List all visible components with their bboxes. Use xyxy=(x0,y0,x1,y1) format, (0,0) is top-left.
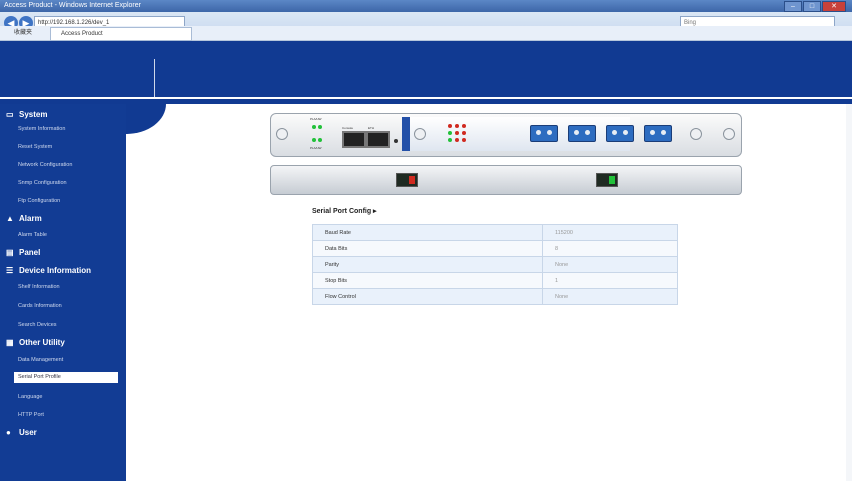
sidebar-item-data-management[interactable]: Data Management xyxy=(18,357,63,363)
fiber-port-icon xyxy=(606,125,634,142)
monitor-icon: ▭ xyxy=(6,110,14,119)
fiber-port-icon xyxy=(644,125,672,142)
sidebar-item-alarm-table[interactable]: Alarm Table xyxy=(18,232,47,238)
sidebar-section-device-information[interactable]: ☰ Device Information xyxy=(6,266,91,275)
serial-config-table: Baud Rate 115200 Data Bits 8 Parity None… xyxy=(312,224,678,305)
page-title: Serial Port Config ▸ xyxy=(312,208,377,215)
table-row: Data Bits 8 xyxy=(312,240,678,257)
baud-rate-value[interactable]: 115200 xyxy=(542,224,678,241)
alarm-led-icon xyxy=(455,138,459,142)
sidebar-item-system-information[interactable]: System Information xyxy=(18,126,65,132)
window-controls: – □ ✕ xyxy=(784,1,846,12)
sidebar-section-label: Device Information xyxy=(19,266,92,275)
rack-screw-icon xyxy=(723,128,735,140)
sidebar-section-other-utility[interactable]: ▦ Other Utility xyxy=(6,338,65,347)
row-label: Parity xyxy=(312,256,543,273)
sidebar-item-cards-information[interactable]: Cards Information xyxy=(18,303,62,309)
panel-label: ETH xyxy=(368,126,374,130)
table-row: Flow Control None xyxy=(312,288,678,305)
sidebar-item-reset-system[interactable]: Reset System xyxy=(18,144,52,150)
alarm-led-icon xyxy=(462,138,466,142)
sidebar-item-snmp-configuration[interactable]: Snmp Configuration xyxy=(18,180,67,186)
row-label: Stop Bits xyxy=(312,272,543,289)
sidebar-item-serial-port-profile[interactable]: Serial Port Profile xyxy=(14,372,118,383)
favorites-bar: 收藏夹 Access Product xyxy=(0,26,852,41)
panel-label: Console xyxy=(342,126,354,130)
minimize-button[interactable]: – xyxy=(784,1,802,12)
panel-icon: ▤ xyxy=(6,248,14,257)
sidebar-section-system[interactable]: ▭ System xyxy=(6,110,47,119)
row-label: Flow Control xyxy=(312,288,543,305)
sidebar-section-label: Panel xyxy=(19,248,41,257)
status-led-icon xyxy=(448,138,452,142)
panel-label: PLA/HW xyxy=(310,146,322,150)
table-row: Parity None xyxy=(312,256,678,273)
status-led-icon xyxy=(318,125,322,129)
flow-control-value[interactable]: None xyxy=(542,288,678,305)
device-icon: ☰ xyxy=(6,266,14,275)
status-led-icon xyxy=(312,138,316,142)
sidebar-section-user[interactable]: ● User xyxy=(6,428,37,437)
rack-screw-icon xyxy=(276,128,288,140)
sidebar-section-alarm[interactable]: ▲ Alarm xyxy=(6,214,42,223)
data-bits-value[interactable]: 8 xyxy=(542,240,678,257)
console-port-icon xyxy=(342,131,366,148)
utility-icon: ▦ xyxy=(6,338,14,347)
sidebar-item-ftp-configuration[interactable]: Ftp Configuration xyxy=(18,198,60,204)
card-screw-icon xyxy=(690,128,702,140)
sidebar-section-label: System xyxy=(19,110,48,119)
sidebar-item-http-port[interactable]: HTTP Port xyxy=(18,412,44,418)
user-icon: ● xyxy=(6,428,11,437)
sidebar-section-label: Alarm xyxy=(19,214,42,223)
table-row: Baud Rate 115200 xyxy=(312,224,678,241)
row-label: Data Bits xyxy=(312,240,543,257)
stop-bits-value[interactable]: 1 xyxy=(542,272,678,289)
row-label: Baud Rate xyxy=(312,224,543,241)
sidebar-item-shelf-information[interactable]: Shelf Information xyxy=(18,284,60,290)
app-header xyxy=(0,41,852,97)
sidebar-item-language[interactable]: Language xyxy=(18,394,42,400)
ethernet-port-icon xyxy=(366,131,390,148)
sidebar-section-label: Other Utility xyxy=(19,338,65,347)
status-led-icon xyxy=(448,131,452,135)
fiber-port-icon xyxy=(568,125,596,142)
sidebar-item-network-configuration[interactable]: Network Configuration xyxy=(18,162,72,168)
device-power-panel[interactable] xyxy=(270,165,742,195)
reset-button-icon xyxy=(394,139,398,143)
close-window-button[interactable]: ✕ xyxy=(822,1,846,12)
sidebar-section-panel[interactable]: ▤ Panel xyxy=(6,248,40,257)
window-title: Access Product - Windows Internet Explor… xyxy=(4,2,141,9)
header-divider xyxy=(154,59,155,97)
browser-tab[interactable]: Access Product xyxy=(50,27,192,41)
warning-icon: ▲ xyxy=(6,214,14,223)
sidebar: ▭ System System Information Reset System… xyxy=(0,104,126,481)
panel-label: PLA/HW xyxy=(310,117,322,121)
favorites-button[interactable]: 收藏夹 xyxy=(14,26,32,40)
sidebar-section-label: User xyxy=(19,428,37,437)
alarm-led-icon xyxy=(455,131,459,135)
status-led-icon xyxy=(312,125,316,129)
alarm-led-icon xyxy=(455,124,459,128)
alarm-led-icon xyxy=(448,124,452,128)
alarm-led-icon xyxy=(462,124,466,128)
card-screw-icon xyxy=(414,128,426,140)
parity-value[interactable]: None xyxy=(542,256,678,273)
status-led-icon xyxy=(318,138,322,142)
fiber-port-icon xyxy=(530,125,558,142)
sidebar-item-search-devices[interactable]: Search Devices xyxy=(18,322,57,328)
maximize-button[interactable]: □ xyxy=(803,1,821,12)
alarm-led-icon xyxy=(462,131,466,135)
power-switch-icon xyxy=(596,173,618,187)
scrollbar-track[interactable] xyxy=(846,104,852,481)
table-row: Stop Bits 1 xyxy=(312,272,678,289)
power-switch-icon xyxy=(396,173,418,187)
window-titlebar: Access Product - Windows Internet Explor… xyxy=(0,0,852,12)
